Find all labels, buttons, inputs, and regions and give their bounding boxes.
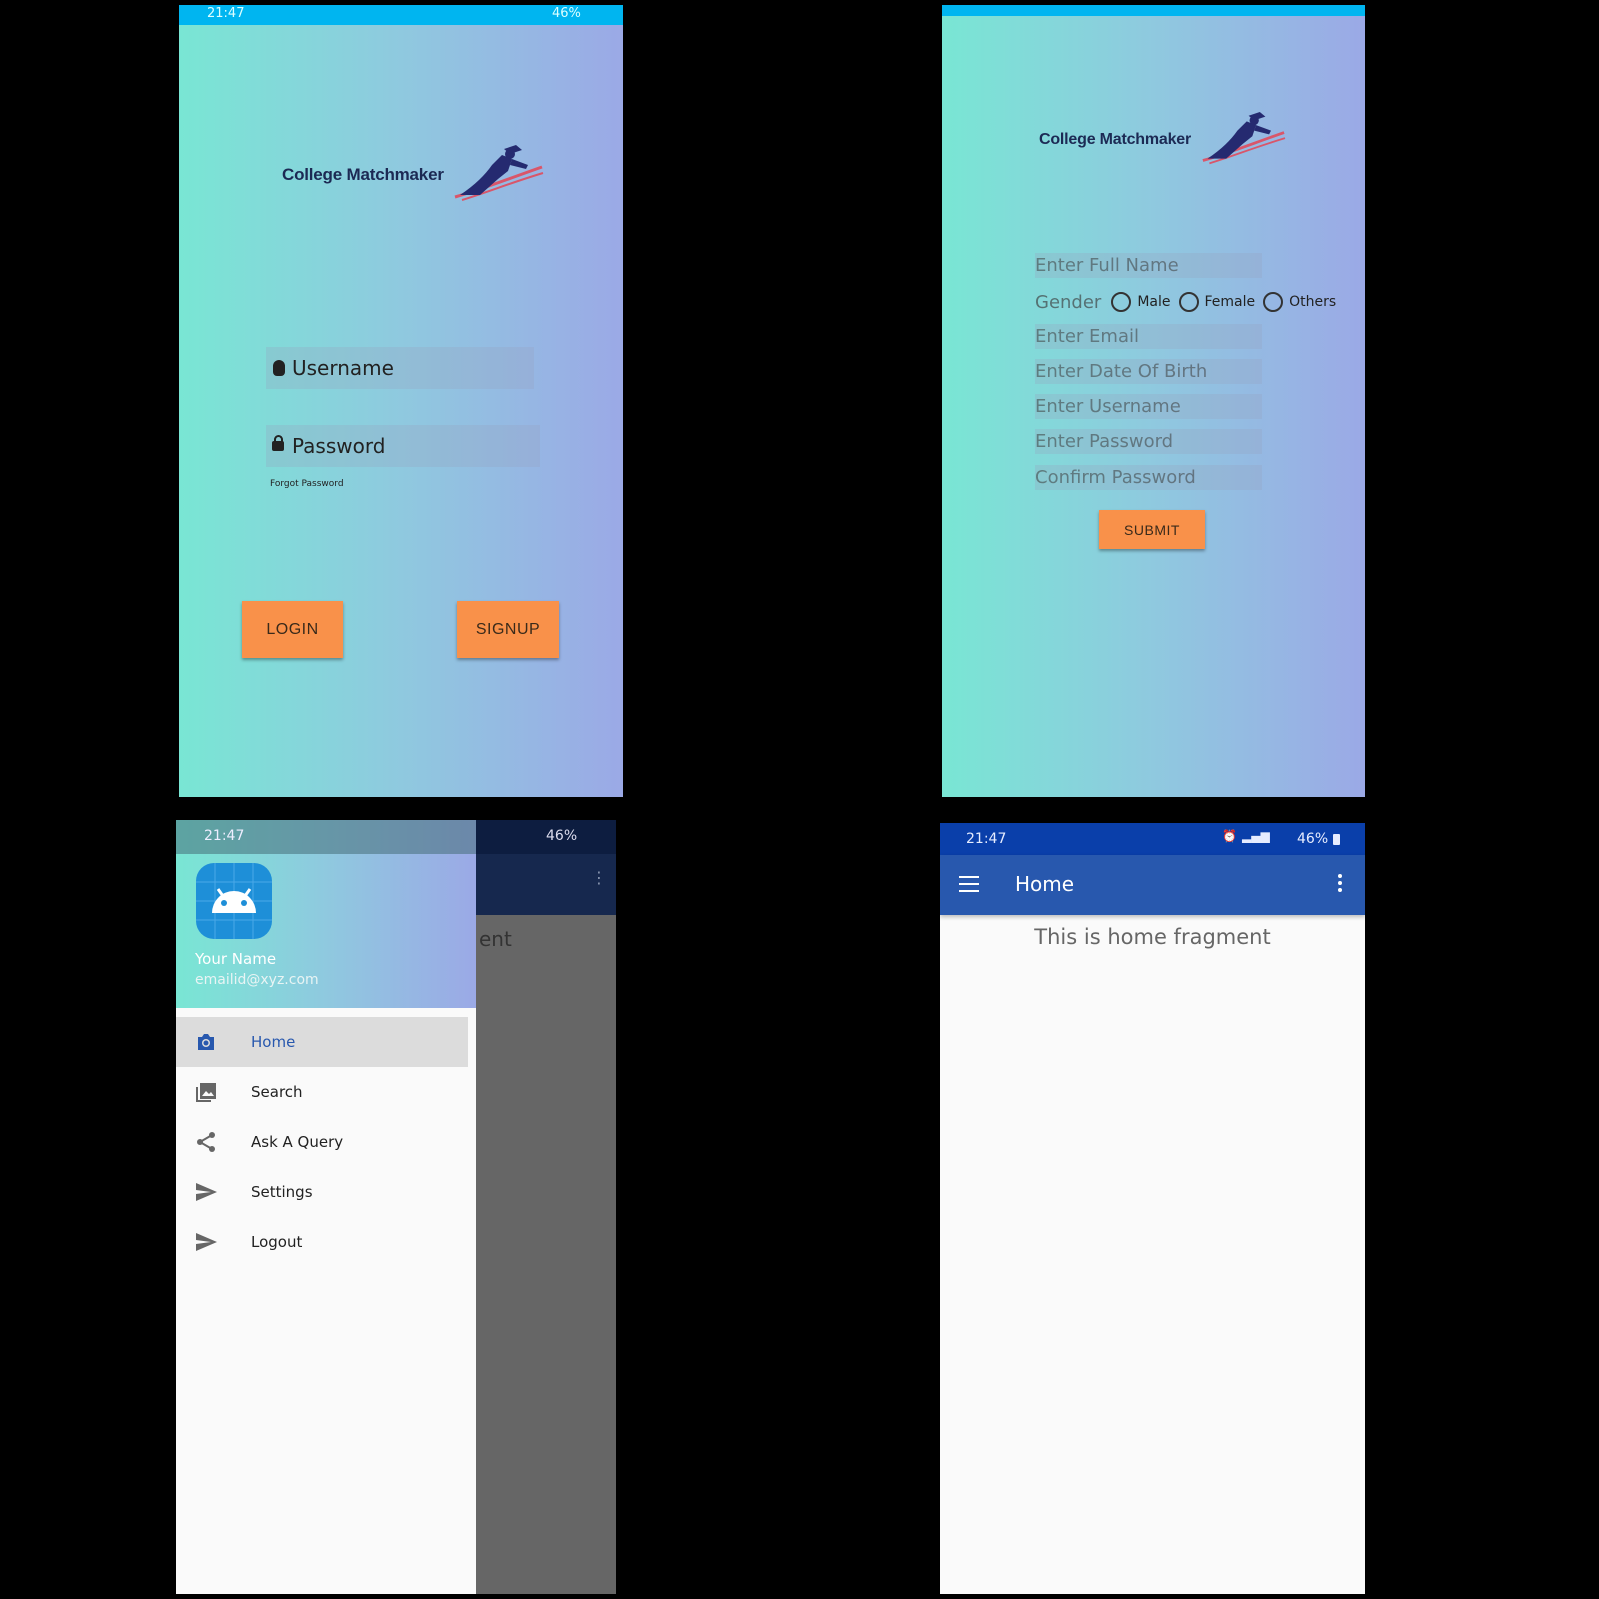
toolbar-title: Home xyxy=(1015,872,1075,896)
menu-label-settings: Settings xyxy=(251,1183,313,1201)
send-icon xyxy=(196,1233,217,1251)
menu-label-home: Home xyxy=(251,1033,296,1051)
signal-icon: ▂▄▆ xyxy=(1242,829,1270,843)
radio-female-label: Female xyxy=(1204,294,1256,310)
username-field[interactable]: Username xyxy=(266,347,534,389)
home-content-text: This is home fragment xyxy=(1034,925,1271,949)
email-placeholder: Enter Email xyxy=(1035,326,1139,347)
user-icon xyxy=(273,360,285,376)
toolbar: Home xyxy=(940,855,1365,915)
register-screen: College Matchmaker Enter Full Name Gende… xyxy=(942,5,1365,797)
logo-text: College Matchmaker xyxy=(282,165,444,184)
full-name-field[interactable]: Enter Full Name xyxy=(1035,253,1262,278)
status-battery: 46% xyxy=(552,6,581,21)
logo-text: College Matchmaker xyxy=(1039,131,1192,148)
menu-item-search[interactable]: Search xyxy=(176,1067,468,1117)
submit-button[interactable]: SUBMIT xyxy=(1099,510,1205,549)
battery-icon xyxy=(1333,834,1340,845)
menu-item-settings[interactable]: Settings xyxy=(176,1167,468,1217)
app-logo: College Matchmaker xyxy=(1039,112,1289,168)
hamburger-menu-icon[interactable] xyxy=(959,876,979,892)
radio-male[interactable] xyxy=(1111,292,1132,312)
alarm-icon: ⏰ xyxy=(1222,829,1237,843)
confirm-password-field[interactable]: Confirm Password xyxy=(1035,465,1262,490)
status-bar: 21:47 ⏰ ▂▄▆ 46% xyxy=(940,823,1365,855)
reg-password-field[interactable]: Enter Password xyxy=(1035,429,1262,454)
user-name: Your Name xyxy=(195,950,277,968)
email-field[interactable]: Enter Email xyxy=(1035,324,1262,349)
overflow-menu-icon[interactable] xyxy=(1338,874,1344,894)
gallery-icon xyxy=(196,1083,216,1102)
drawer-header: 21:47 Your Name emailid@xyz.com xyxy=(176,820,476,1008)
status-time: 21:47 xyxy=(207,6,245,21)
lock-shackle xyxy=(274,435,283,443)
radio-others[interactable] xyxy=(1263,292,1284,312)
nav-drawer: 21:47 Your Name emailid@xyz.com Home Sea… xyxy=(176,820,476,1594)
status-time: 21:47 xyxy=(204,828,245,844)
share-icon xyxy=(197,1132,215,1152)
confirm-password-placeholder: Confirm Password xyxy=(1035,467,1196,488)
user-email: emailid@xyz.com xyxy=(195,972,319,988)
reg-password-placeholder: Enter Password xyxy=(1035,431,1174,452)
gender-label: Gender xyxy=(1035,291,1102,313)
home-screen: 21:47 ⏰ ▂▄▆ 46% Home This is home fragme… xyxy=(940,823,1365,1594)
send-icon xyxy=(196,1183,217,1201)
avatar xyxy=(196,863,272,939)
dob-field[interactable]: Enter Date Of Birth xyxy=(1035,359,1262,384)
password-placeholder: Password xyxy=(292,434,386,458)
dimmed-overflow-icon: ⋮ xyxy=(591,868,607,887)
android-icon xyxy=(196,863,272,939)
menu-item-home[interactable]: Home xyxy=(176,1017,468,1067)
graduate-runner-icon xyxy=(454,145,544,201)
username-placeholder: Username xyxy=(292,356,394,380)
password-field[interactable]: Password xyxy=(266,425,540,467)
drawer-screen: 46% ⋮ ent 21:47 Your Name emailid@xyz.co… xyxy=(176,820,616,1594)
reg-username-field[interactable]: Enter Username xyxy=(1035,394,1262,419)
menu-label-ask-query: Ask A Query xyxy=(251,1133,344,1151)
radio-male-label: Male xyxy=(1137,294,1171,310)
status-bar xyxy=(942,5,1365,16)
graduate-runner-icon xyxy=(1202,112,1286,165)
camera-icon xyxy=(198,1034,214,1050)
app-logo: College Matchmaker xyxy=(282,145,546,205)
status-battery: 46% xyxy=(1297,831,1329,847)
radio-female[interactable] xyxy=(1178,292,1199,312)
menu-item-logout[interactable]: Logout xyxy=(176,1217,468,1267)
radio-others-label: Others xyxy=(1289,294,1337,310)
menu-item-ask-query[interactable]: Ask A Query xyxy=(176,1117,468,1167)
forgot-password-link[interactable]: Forgot Password xyxy=(270,479,344,489)
drawer-statusbar: 21:47 xyxy=(176,820,476,854)
full-name-placeholder: Enter Full Name xyxy=(1035,255,1179,276)
login-screen: 21:47 46% College Matchmaker Username Pa… xyxy=(179,5,623,797)
dimmed-content-text: ent xyxy=(479,927,512,951)
dob-placeholder: Enter Date Of Birth xyxy=(1035,361,1208,382)
signup-button[interactable]: SIGNUP xyxy=(457,601,559,658)
menu-label-logout: Logout xyxy=(251,1233,303,1251)
gender-row: Gender Male Female Others xyxy=(1035,289,1355,315)
status-time: 21:47 xyxy=(966,831,1007,847)
reg-username-placeholder: Enter Username xyxy=(1035,396,1181,417)
status-bar: 21:47 46% xyxy=(179,5,623,25)
login-button[interactable]: LOGIN xyxy=(242,601,343,658)
menu-label-search: Search xyxy=(251,1083,303,1101)
status-battery: 46% xyxy=(546,828,578,844)
